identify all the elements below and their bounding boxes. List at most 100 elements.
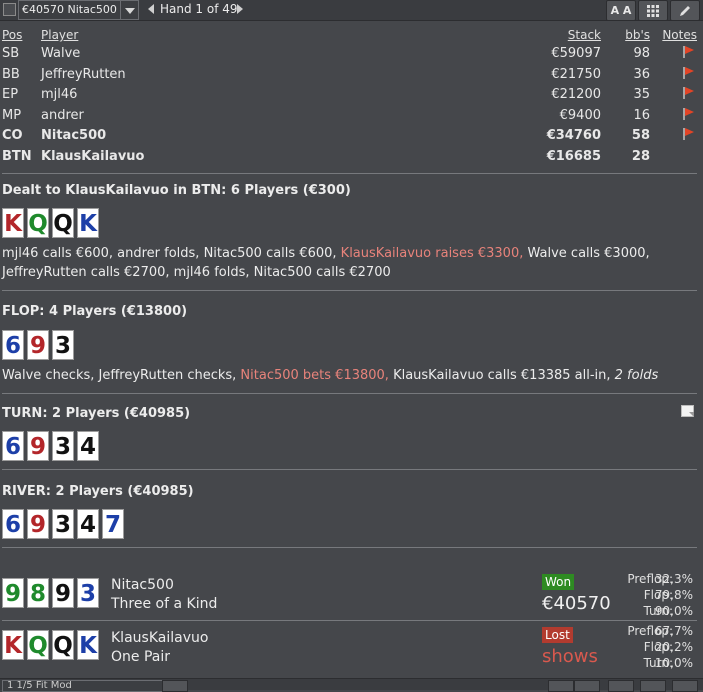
player-row[interactable]: MP andrer €9400 16 (0, 107, 703, 128)
calendar-icon[interactable] (548, 680, 574, 692)
chevron-down-icon[interactable] (120, 1, 138, 19)
player-name: KlausKailavuo (41, 149, 145, 164)
playing-card: Q (27, 630, 49, 660)
flop-action-2: KlausKailavuo calls €13385 all-in, (388, 368, 615, 383)
next-hand-icon[interactable] (237, 4, 243, 14)
grid-icon (647, 5, 659, 17)
flop-action-1: Walve checks, JeffreyRutten checks, (2, 368, 241, 383)
player-row[interactable]: BB JeffreyRutten €21750 36 (0, 66, 703, 87)
grid-button[interactable] (638, 0, 668, 21)
equity-value: 32,3% (654, 572, 693, 586)
twitter-icon[interactable] (672, 680, 698, 692)
top-toolbar: €40570 Nitac500 Hand 1 of 49 A A (0, 0, 703, 21)
player-position: EP (2, 87, 19, 103)
playing-card: 4 (77, 431, 99, 461)
showdown-hand-rank: Three of a Kind (111, 596, 218, 612)
header-notes[interactable]: Notes (662, 28, 697, 42)
preflop-action-1: mjl46 calls €600, andrer folds, Nitac500… (2, 246, 341, 261)
playing-card: 3 (52, 509, 74, 539)
playing-card: 9 (2, 578, 24, 608)
playing-card: K (77, 630, 99, 660)
playing-card: K (2, 630, 24, 660)
equity-value: 79,8% (654, 588, 693, 602)
playing-card: K (77, 208, 99, 238)
note-flag-icon[interactable] (683, 87, 694, 100)
showdown-hand-rank: One Pair (111, 649, 170, 665)
player-stack: €16685 (546, 149, 601, 164)
player-position: CO (2, 128, 23, 144)
won-amount: €40570 (542, 593, 611, 614)
save-icon[interactable] (640, 680, 666, 692)
playing-card: 3 (52, 431, 74, 461)
note-icon[interactable] (681, 405, 694, 417)
playing-card: 3 (52, 330, 74, 360)
playing-card: 6 (2, 330, 24, 360)
font-size-button[interactable]: A A (606, 0, 636, 21)
up-arrow-icon[interactable] (574, 680, 600, 692)
preflop-title: Dealt to KlausKailavuo in BTN: 6 Players… (2, 183, 351, 198)
player-row[interactable]: CO Nitac500 €34760 58 (0, 128, 703, 148)
layout-select-dropdown[interactable]: 1 1/5 Fit Mod (2, 680, 182, 692)
flop-action-highlight: Nitac500 bets €13800, (240, 368, 389, 383)
layout-select-value: 1 1/5 Fit Mod (7, 680, 72, 691)
note-flag-icon[interactable] (683, 66, 694, 79)
table-select-value: €40570 Nitac500 (22, 3, 117, 16)
playing-card: 6 (2, 431, 24, 461)
player-bbs: 35 (633, 87, 650, 103)
lost-badge: Lost (542, 627, 573, 643)
flop-action-folds: 2 folds (614, 368, 659, 383)
player-position: MP (2, 107, 22, 123)
playing-card: 7 (102, 509, 124, 539)
pencil-icon (680, 6, 690, 16)
flop-actions: Walve checks, JeffreyRutten checks, Nita… (2, 366, 692, 385)
playing-card: 9 (27, 509, 49, 539)
divider (2, 290, 697, 291)
equity-value: 20,2% (654, 640, 693, 654)
chevron-down-icon[interactable] (162, 680, 188, 692)
won-badge: Won (542, 574, 575, 590)
refresh-icon[interactable] (608, 680, 634, 692)
header-bbs[interactable]: bb's (625, 28, 650, 42)
player-bbs: 98 (633, 46, 650, 61)
playing-card: 9 (27, 431, 49, 461)
note-flag-icon[interactable] (683, 46, 694, 58)
select-all-checkbox[interactable] (3, 3, 16, 16)
hand-counter: Hand 1 of 49 (160, 2, 238, 16)
player-stack: €59097 (551, 46, 601, 61)
playing-card: Q (52, 630, 74, 660)
turn-title: TURN: 2 Players (€40985) (2, 406, 191, 421)
player-name: Walve (41, 46, 81, 61)
playing-card: 9 (52, 578, 74, 608)
player-stack: €21200 (551, 87, 601, 103)
equity-value: 90,0% (654, 604, 693, 618)
note-flag-icon[interactable] (683, 128, 694, 141)
player-name: andrer (41, 107, 84, 123)
shows-label: shows (542, 646, 598, 667)
header-player[interactable]: Player (41, 28, 78, 42)
player-bbs: 36 (633, 66, 650, 82)
player-stack: €21750 (551, 66, 601, 82)
table-select-dropdown[interactable]: €40570 Nitac500 (18, 0, 139, 20)
player-bbs: 28 (631, 149, 650, 164)
playing-card: 4 (77, 509, 99, 539)
divider (2, 620, 697, 621)
player-bbs: 58 (631, 128, 650, 144)
player-row[interactable]: SB Walve €59097 98 (0, 46, 703, 66)
header-stack[interactable]: Stack (568, 28, 601, 42)
note-flag-icon[interactable] (683, 107, 694, 120)
edit-button[interactable] (670, 0, 700, 21)
player-name: Nitac500 (41, 128, 107, 144)
playing-card: 8 (27, 578, 49, 608)
playing-card: Q (27, 208, 49, 238)
player-name: JeffreyRutten (41, 66, 126, 82)
divider (2, 173, 697, 174)
flop-title: FLOP: 4 Players (€13800) (2, 304, 188, 319)
player-stack: €9400 (559, 107, 601, 123)
player-row[interactable]: BTN KlausKailavuo €16685 28 (0, 149, 703, 169)
equity-value: 10,0% (654, 656, 693, 670)
previous-hand-icon[interactable] (148, 4, 154, 14)
header-pos[interactable]: Pos (2, 28, 22, 42)
showdown-player-name: Nitac500 (111, 577, 174, 593)
player-position: BB (2, 66, 20, 82)
player-row[interactable]: EP mjl46 €21200 35 (0, 87, 703, 107)
